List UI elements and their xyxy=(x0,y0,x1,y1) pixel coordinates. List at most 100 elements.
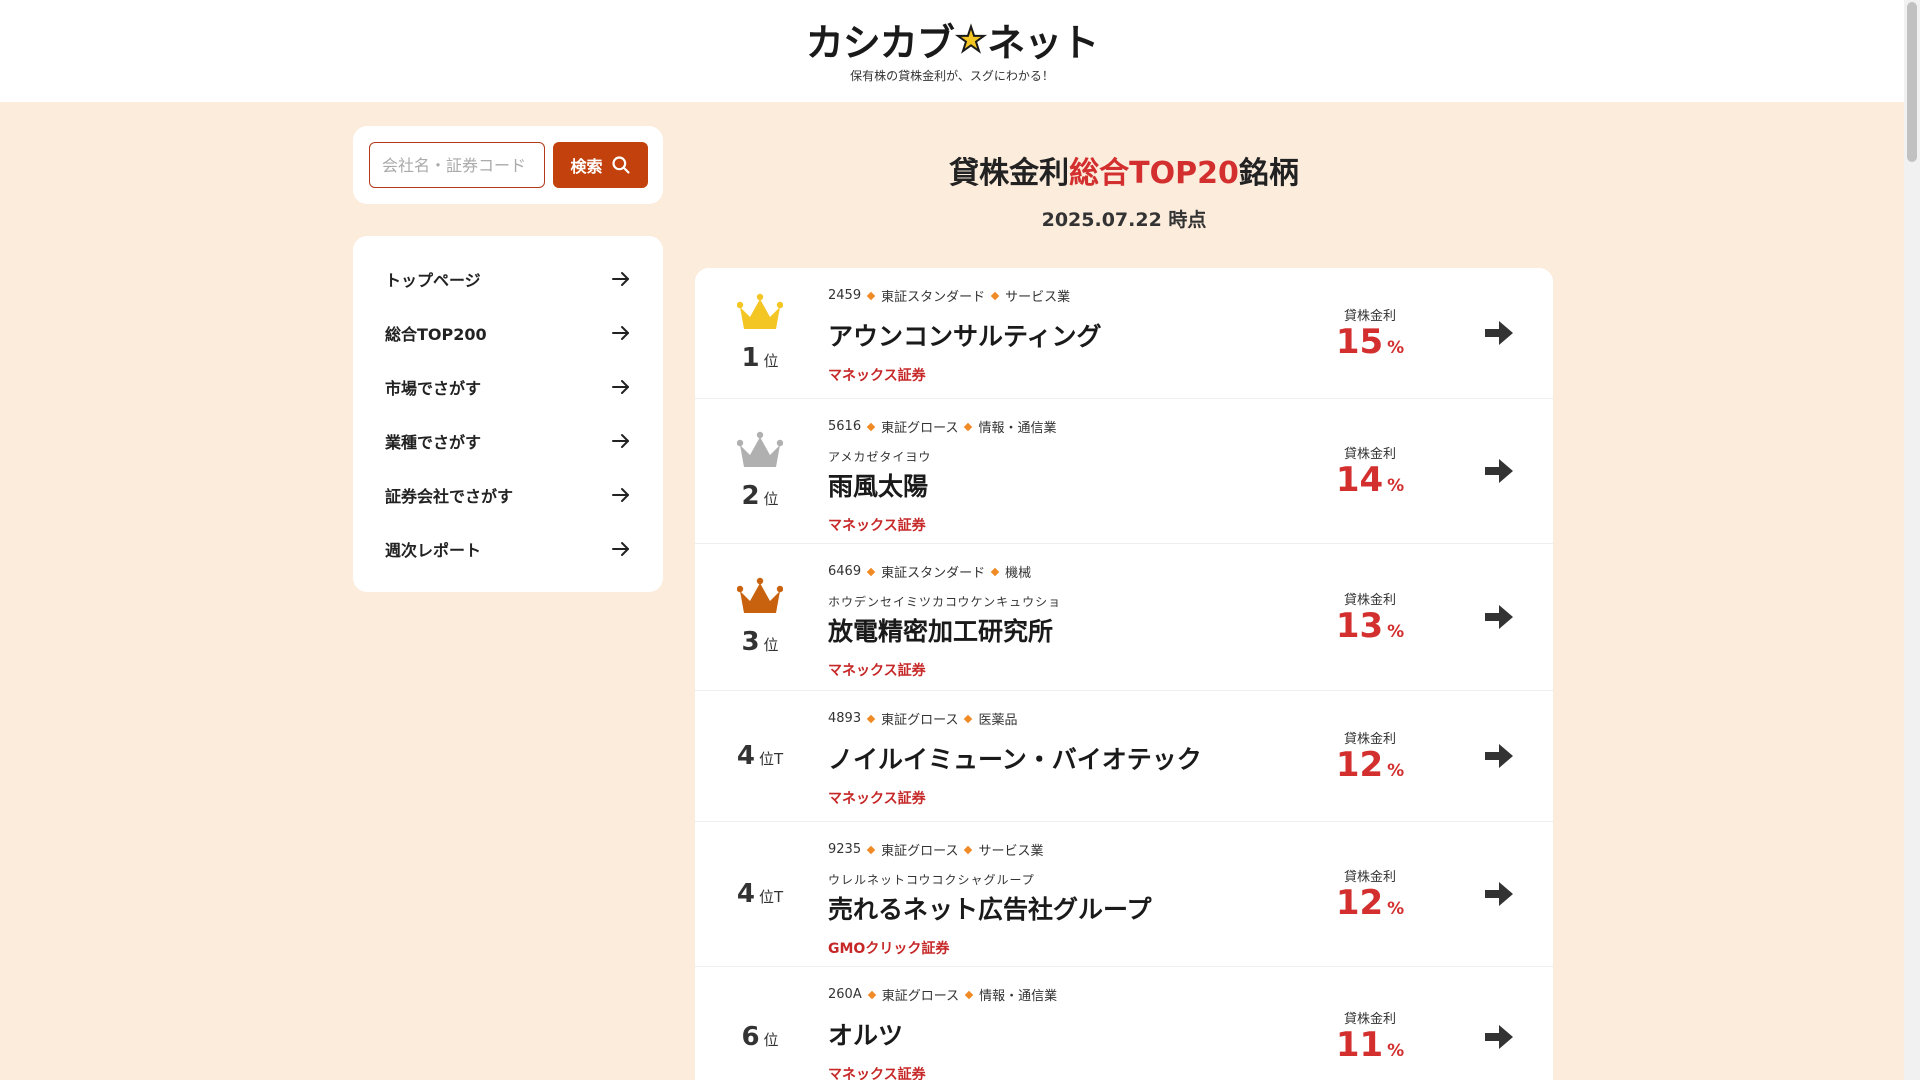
diamond-icon xyxy=(964,990,974,999)
sidebar-item-label: 業種でさがす xyxy=(385,433,482,452)
stock-info: 2459 東証スタンダード サービス業 アウンコンサルティング マネックス証券 xyxy=(828,286,1348,385)
stock-industry: 情報・通信業 xyxy=(978,421,1057,436)
ranking-row[interactable]: 4 位T 9235 東証グロース サービス業ウレルネットコウコクシャグループ売れるネット… xyxy=(695,822,1553,967)
rate-cell: 貸株金利 12% xyxy=(1295,822,1445,966)
stock-name[interactable]: 売れるネット広告社グループ xyxy=(828,890,1348,926)
stock-code: 9235 xyxy=(828,842,862,857)
sidebar-item-broker[interactable]: 証券会社でさがす xyxy=(353,468,663,522)
page-title: 貸株金利総合TOP20銘柄 xyxy=(695,148,1553,192)
sidebar-item-label: トップページ xyxy=(385,271,481,290)
arrow-right-icon[interactable] xyxy=(1483,880,1515,908)
rate-cell: 貸株金利 11% xyxy=(1295,967,1445,1080)
broker-name: マネックス証券 xyxy=(828,518,926,534)
arrow-right-icon xyxy=(612,542,629,556)
rate-number: 12 xyxy=(1335,882,1384,923)
arrow-right-icon[interactable] xyxy=(1483,1023,1515,1051)
arrow-right-icon[interactable] xyxy=(1483,319,1515,347)
rate-cell: 貸株金利 12% xyxy=(1295,691,1445,821)
diamond-icon xyxy=(866,845,876,854)
rate-value: 11% xyxy=(1336,1027,1404,1064)
ranking-row[interactable]: 1 位 2459 東証スタンダード サービス業 アウンコンサルティング マネックス証券 貸株金… xyxy=(695,268,1553,399)
diamond-icon xyxy=(866,714,876,723)
site-header: カシカブ ★ ネット 保有株の貸株金利が、スグにわかる！ xyxy=(0,0,1904,102)
ranking-row[interactable]: 4 位T 4893 東証グロース 医薬品 ノイルイミューン・バイオテック マネックス証券 貸株… xyxy=(695,691,1553,822)
rate-value: 13% xyxy=(1335,605,1405,646)
sidebar-item-weekly-report[interactable]: 週次レポート xyxy=(353,522,663,576)
stock-name[interactable]: オルツ xyxy=(828,1016,1348,1052)
search-button[interactable]: 検索 xyxy=(553,142,648,188)
stock-market: 東証スタンダード xyxy=(881,290,986,305)
stock-market: 東証スタンダード xyxy=(881,566,986,581)
stock-meta: 9235 東証グロース サービス業 xyxy=(828,840,1348,859)
stock-meta: 5616 東証グロース 情報・通信業 xyxy=(828,417,1348,436)
rank-value: 4 xyxy=(736,879,755,909)
arrow-right-icon[interactable] xyxy=(1483,457,1515,485)
page-scrollbar[interactable] xyxy=(1904,0,1920,1080)
rank-unit: 位T xyxy=(758,888,784,906)
stock-name[interactable]: 放電精密加工研究所 xyxy=(828,612,1348,648)
crown-icon xyxy=(737,293,783,329)
diamond-icon xyxy=(866,422,876,431)
star-icon: ★ xyxy=(955,19,988,61)
rate-number: 13 xyxy=(1335,605,1384,646)
rate-value: 12% xyxy=(1336,746,1405,784)
stock-kana: アメカゼタイヨウ xyxy=(828,450,932,464)
search-input[interactable] xyxy=(369,142,545,188)
broker-name: マネックス証券 xyxy=(828,791,926,807)
stock-market: 東証グロース xyxy=(881,421,959,436)
rank-value: 4 xyxy=(736,741,755,771)
ranking-row[interactable]: 6 位 260A 東証グロース 情報・通信業 オルツ マネックス証券 貸株金利 11% xyxy=(695,967,1553,1080)
stock-industry: 機械 xyxy=(1005,566,1032,581)
site-logo[interactable]: カシカブ ★ ネット xyxy=(0,12,1904,67)
arrow-right-icon[interactable] xyxy=(1483,742,1515,770)
stock-kana: ホウデンセイミツカコウケンキュウショ xyxy=(828,595,1062,609)
arrow-right-icon xyxy=(612,380,629,394)
stock-industry: 医薬品 xyxy=(978,713,1018,728)
stock-meta: 6469 東証スタンダード 機械 xyxy=(828,562,1348,581)
rank-value: 1 xyxy=(741,343,760,373)
stock-market: 東証グロース xyxy=(881,989,960,1004)
sidebar-item-top-page[interactable]: トップページ xyxy=(353,252,663,306)
stock-market: 東証グロース xyxy=(881,713,959,728)
ranking-row[interactable]: 2 位 5616 東証グロース 情報・通信業 アメカゼタイヨウ 雨風太陽 マネックス証券 貸株金… xyxy=(695,399,1553,544)
rate-number: 11 xyxy=(1335,1025,1384,1066)
stock-code: 5616 xyxy=(828,419,862,434)
diamond-icon xyxy=(866,567,876,576)
stock-name[interactable]: アウンコンサルティング xyxy=(828,317,1348,353)
rank-cell: 6位 xyxy=(695,967,825,1080)
broker-name: マネックス証券 xyxy=(828,1067,926,1080)
rank-value: 3 xyxy=(741,627,760,657)
stock-code: 260A xyxy=(828,987,862,1002)
rate-percent: % xyxy=(1387,760,1405,781)
sidebar-item-top200[interactable]: 総合TOP200 xyxy=(353,306,663,360)
sidebar-item-market[interactable]: 市場でさがす xyxy=(353,360,663,414)
rate-percent: % xyxy=(1387,621,1405,642)
stock-kana: ウレルネットコウコクシャグループ xyxy=(828,873,1035,887)
rate-value: 15% xyxy=(1335,321,1404,362)
rate-percent: % xyxy=(1387,898,1405,919)
rank-unit: 位 xyxy=(763,352,779,370)
broker-name: GMOクリック証券 xyxy=(828,941,950,957)
stock-meta: 2459 東証スタンダード サービス業 xyxy=(828,286,1348,305)
broker-name: マネックス証券 xyxy=(828,663,926,679)
rate-percent: % xyxy=(1387,1041,1405,1062)
rank-number: 4 位T xyxy=(737,741,783,771)
rank-value: 6 xyxy=(741,1021,760,1052)
ranking-row[interactable]: 3 位 6469 東証スタンダード 機械 ホウデンセイミツカコウケンキュウショ 放電精密加工… xyxy=(695,544,1553,691)
search-icon xyxy=(611,156,630,174)
stock-meta: 260A 東証グロース 情報・通信業 xyxy=(828,985,1348,1004)
scrollbar-thumb[interactable] xyxy=(1907,2,1917,162)
stock-name[interactable]: 雨風太陽 xyxy=(828,467,1348,503)
logo-text-2: ネット xyxy=(987,21,1099,65)
arrow-right-icon xyxy=(612,434,629,448)
sidebar-item-industry[interactable]: 業種でさがす xyxy=(353,414,663,468)
diamond-icon xyxy=(964,714,973,723)
rank-cell: 1位 xyxy=(695,268,825,398)
title-pre: 貸株金利 xyxy=(949,156,1070,191)
stock-info: 4893 東証グロース 医薬品 ノイルイミューン・バイオテック マネックス証券 xyxy=(828,709,1348,808)
rate-number: 15 xyxy=(1335,321,1384,362)
stock-name[interactable]: ノイルイミューン・バイオテック xyxy=(828,740,1348,776)
arrow-right-icon[interactable] xyxy=(1483,603,1515,631)
stock-info: 260A 東証グロース 情報・通信業 オルツ マネックス証券 xyxy=(828,985,1348,1080)
crown-icon xyxy=(737,431,783,467)
